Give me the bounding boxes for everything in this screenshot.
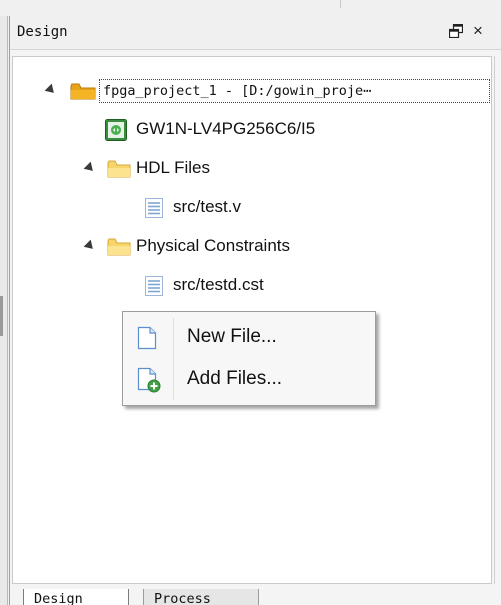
new-file-icon <box>137 326 157 355</box>
chip-icon <box>105 119 127 146</box>
dock-title-bar: Design × <box>10 16 501 50</box>
tree-row-hdl-files[interactable]: HDL Files <box>13 153 491 185</box>
tree-row-physical-constraints[interactable]: Physical Constraints <box>13 231 491 263</box>
expanded-arrow-icon[interactable] <box>44 83 58 97</box>
tree-row-project[interactable]: fpga_project_1 - [D:/gowin_proje⋯ <box>13 75 491 107</box>
file-icon <box>144 275 164 302</box>
tree-right-edge <box>494 56 495 584</box>
close-icon[interactable]: × <box>473 22 483 39</box>
menu-item-label: New File... <box>187 326 277 347</box>
expanded-arrow-icon[interactable] <box>83 239 97 253</box>
physical-constraints-label: Physical Constraints <box>136 236 291 255</box>
file-label: src/testd.cst <box>173 275 264 294</box>
tree-row-device[interactable]: GW1N-LV4PG256C6/I5 <box>13 114 491 146</box>
tab-process[interactable]: Process <box>143 589 259 605</box>
panel-tabs: Design Process <box>9 589 501 605</box>
folder-icon <box>107 160 131 183</box>
menu-item-new-file[interactable]: New File... <box>125 320 373 356</box>
file-icon <box>144 197 164 224</box>
top-strip <box>0 0 501 16</box>
hdl-files-label: HDL Files <box>136 158 210 177</box>
splitter-grip[interactable] <box>0 296 3 336</box>
tab-design[interactable]: Design <box>23 589 129 605</box>
project-label: fpga_project_1 - [D:/gowin_proje⋯ <box>103 83 372 99</box>
menu-item-label: Add Files... <box>187 368 283 389</box>
expanded-arrow-icon[interactable] <box>83 161 97 175</box>
file-label: src/test.v <box>173 197 242 216</box>
tree-row-file[interactable]: src/test.v <box>13 192 491 224</box>
panel-title: Design <box>17 24 68 40</box>
folder-icon <box>107 238 131 261</box>
project-folder-icon <box>70 81 96 106</box>
device-label: GW1N-LV4PG256C6/I5 <box>136 119 316 138</box>
context-menu: New File... Add Files... <box>122 311 376 406</box>
tree-row-file[interactable]: src/testd.cst <box>13 270 491 302</box>
float-window-icon[interactable] <box>448 23 464 39</box>
splitter-tick <box>340 0 341 8</box>
menu-item-add-files[interactable]: Add Files... <box>125 362 373 398</box>
add-files-icon <box>137 367 161 398</box>
left-splitter[interactable] <box>0 16 8 605</box>
